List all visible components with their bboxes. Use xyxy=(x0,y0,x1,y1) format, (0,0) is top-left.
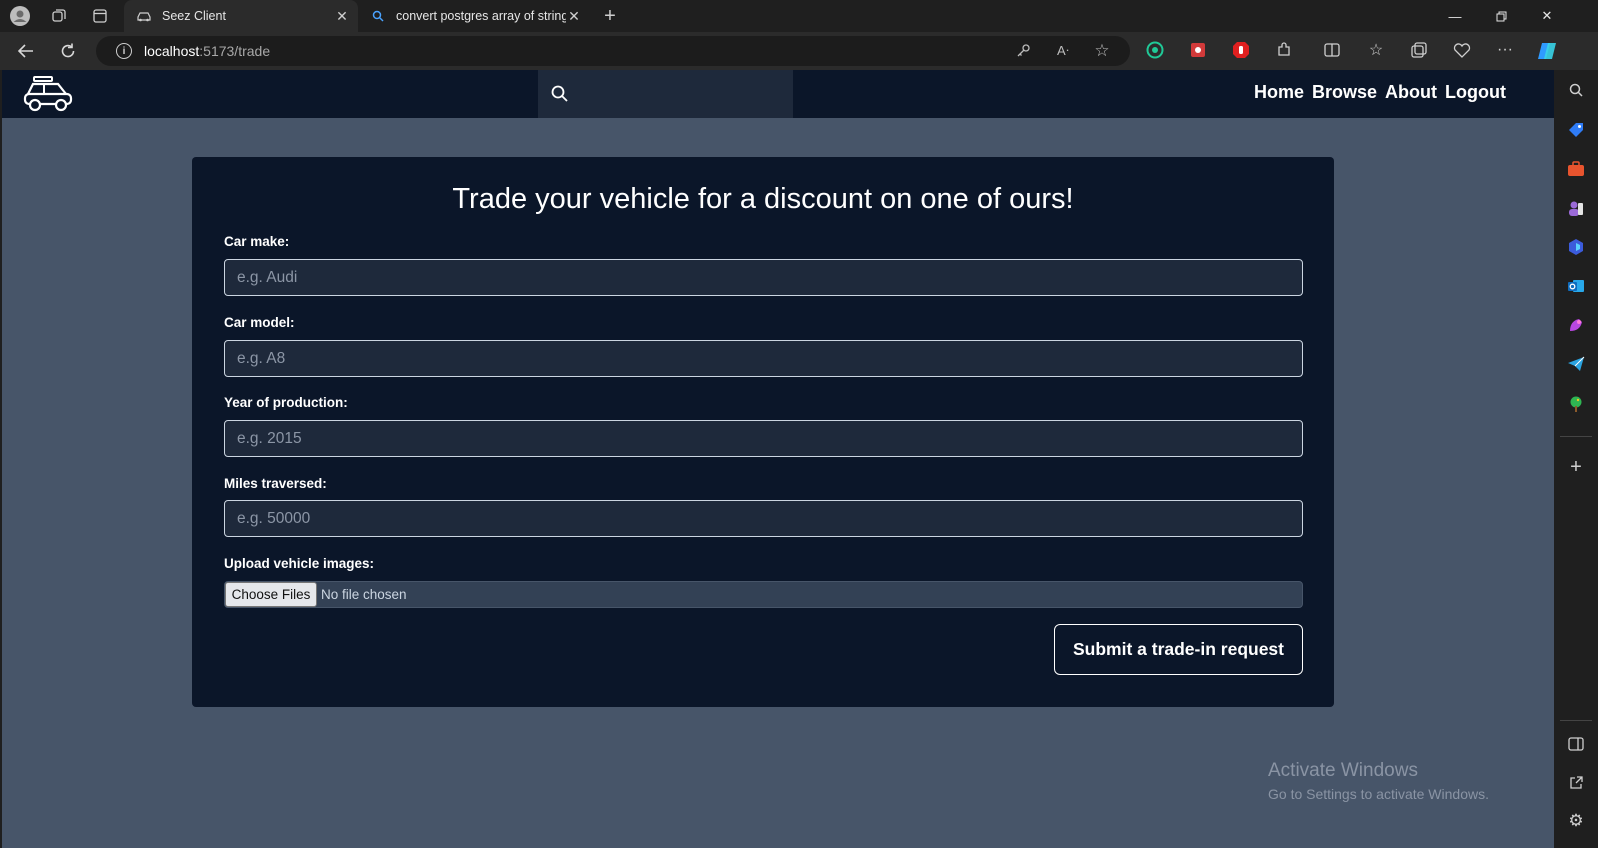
browser-toolbar: i localhost:5173/trade Aᐧ ☆ ☆ ··· xyxy=(0,32,1598,70)
miles-input[interactable] xyxy=(224,500,1303,537)
address-bar[interactable]: i localhost:5173/trade Aᐧ ☆ xyxy=(96,36,1130,66)
browser-title-bar: Seez Client ✕ convert postgres array of … xyxy=(0,0,1598,32)
more-menu-icon[interactable]: ··· xyxy=(1495,40,1515,60)
car-logo-icon[interactable] xyxy=(22,74,74,114)
tab-postgres-search[interactable]: convert postgres array of strings ✕ xyxy=(358,0,590,32)
sidebar-hide-icon[interactable] xyxy=(1566,734,1586,754)
app-navbar: Home Browse About Logout xyxy=(2,70,1554,118)
page-viewport: Home Browse About Logout Trade your vehi… xyxy=(2,70,1554,848)
year-input[interactable] xyxy=(224,420,1303,457)
submit-trade-in-button[interactable]: Submit a trade-in request xyxy=(1054,624,1303,675)
tab-seez-client[interactable]: Seez Client ✕ xyxy=(124,0,358,32)
search-icon xyxy=(551,85,568,102)
watermark-title: Activate Windows xyxy=(1268,760,1418,781)
key-icon[interactable] xyxy=(1014,42,1032,60)
sidebar-designer-icon[interactable] xyxy=(1566,315,1586,335)
profile-avatar-icon[interactable] xyxy=(10,6,30,26)
favorites-icon[interactable]: ☆ xyxy=(1366,40,1386,60)
sidebar-outlook-icon[interactable] xyxy=(1566,276,1586,296)
favorite-star-icon[interactable]: ☆ xyxy=(1093,41,1111,60)
sidebar-tree-icon[interactable] xyxy=(1566,394,1586,414)
sidebar-divider xyxy=(1560,436,1592,437)
extensions-icon[interactable] xyxy=(1274,40,1294,60)
watermark-subtitle: Go to Settings to activate Windows. xyxy=(1268,786,1489,802)
nav-home-link[interactable]: Home xyxy=(1254,82,1304,103)
minimize-icon[interactable]: — xyxy=(1432,0,1478,32)
form-title: Trade your vehicle for a discount on one… xyxy=(452,183,1074,215)
sidebar-divider xyxy=(1560,720,1592,721)
collections-icon[interactable] xyxy=(1409,40,1429,60)
car-model-input[interactable] xyxy=(224,340,1303,377)
site-search[interactable] xyxy=(538,70,793,118)
browser-essentials-icon[interactable] xyxy=(1452,40,1472,60)
sidebar-shopping-icon[interactable] xyxy=(1566,120,1586,140)
close-tab-icon[interactable]: ✕ xyxy=(566,8,582,24)
tab-title: convert postgres array of strings xyxy=(396,9,566,23)
sidebar-external-link-icon[interactable] xyxy=(1566,773,1586,793)
sidebar-copilot-icon[interactable] xyxy=(1566,237,1586,257)
new-tab-icon[interactable]: + xyxy=(600,5,620,27)
search-favicon-icon xyxy=(370,8,386,24)
sidebar-add-icon[interactable]: + xyxy=(1566,456,1586,478)
back-icon[interactable] xyxy=(12,38,40,64)
file-status-text: No file chosen xyxy=(321,587,407,602)
copilot-icon[interactable] xyxy=(1535,39,1559,63)
car-model-label: Car model: xyxy=(224,315,295,330)
file-upload-input[interactable]: Choose Files No file chosen xyxy=(224,581,1303,608)
workspaces-icon[interactable] xyxy=(49,6,69,26)
read-aloud-icon[interactable]: Aᐧ xyxy=(1054,42,1072,60)
site-info-icon[interactable]: i xyxy=(116,43,132,59)
windows-activation-watermark: Activate Windows Go to Settings to activ… xyxy=(1268,760,1489,802)
miles-label: Miles traversed: xyxy=(224,476,327,491)
url-text[interactable]: localhost:5173/trade xyxy=(144,43,270,59)
choose-files-button[interactable]: Choose Files xyxy=(225,582,317,607)
year-label: Year of production: xyxy=(224,395,348,410)
nav-links: Home Browse About Logout xyxy=(1254,82,1506,103)
extension-stop-hand-icon[interactable] xyxy=(1231,40,1251,60)
restore-icon[interactable] xyxy=(1478,0,1524,32)
split-screen-icon[interactable] xyxy=(1322,40,1342,60)
refresh-icon[interactable] xyxy=(54,38,82,64)
car-make-label: Car make: xyxy=(224,234,290,249)
sidebar-tools-icon[interactable] xyxy=(1566,159,1586,179)
nav-browse-link[interactable]: Browse xyxy=(1312,82,1377,103)
tab-title: Seez Client xyxy=(162,9,226,23)
car-favicon-icon xyxy=(136,8,152,24)
sidebar-search-icon[interactable] xyxy=(1566,80,1586,100)
sidebar-telegram-icon[interactable] xyxy=(1566,354,1586,374)
trade-in-form-card: Trade your vehicle for a discount on one… xyxy=(192,157,1334,707)
sidebar-games-icon[interactable] xyxy=(1566,198,1586,218)
edge-sidebar: + ⚙ xyxy=(1554,70,1598,848)
sidebar-settings-icon[interactable]: ⚙ xyxy=(1566,811,1586,831)
tab-actions-icon[interactable] xyxy=(90,6,110,26)
car-make-input[interactable] xyxy=(224,259,1303,296)
nav-logout-link[interactable]: Logout xyxy=(1445,82,1506,103)
extension-green-icon[interactable] xyxy=(1145,40,1165,60)
upload-images-label: Upload vehicle images: xyxy=(224,556,375,571)
close-window-icon[interactable]: ✕ xyxy=(1524,0,1570,32)
extension-red-puzzle-icon[interactable] xyxy=(1188,40,1208,60)
close-tab-icon[interactable]: ✕ xyxy=(334,8,350,24)
nav-about-link[interactable]: About xyxy=(1385,82,1437,103)
